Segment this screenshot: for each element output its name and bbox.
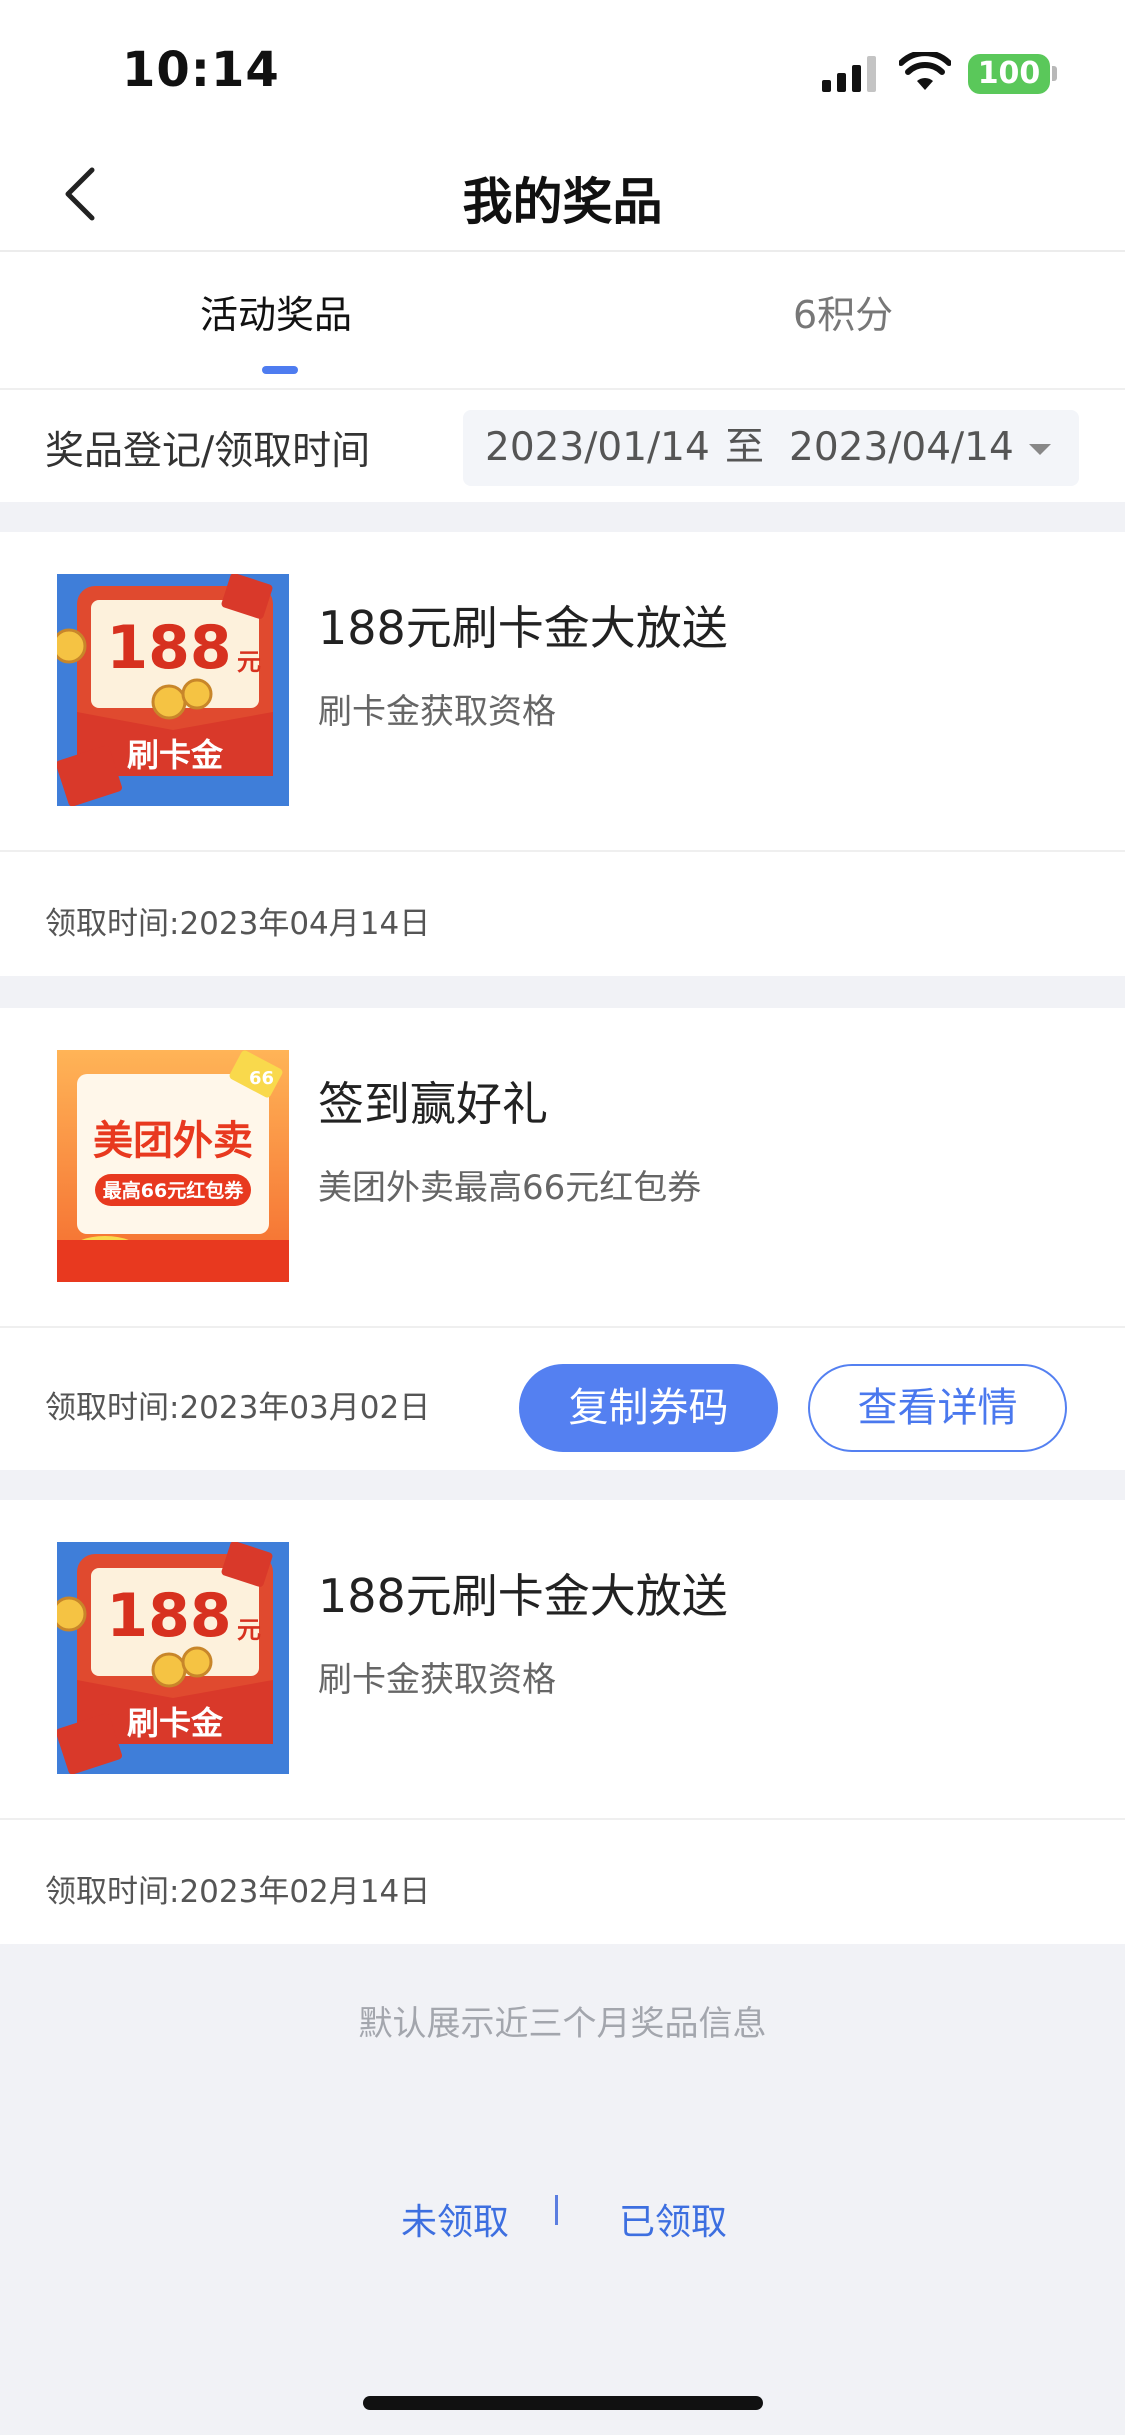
link-divider [555,2195,558,2225]
prize-card[interactable]: 188 元 刷卡金 188元刷卡金大放送 刷卡金获取资格 领取时间:2023年0… [0,1500,1125,1944]
prize-thumbnail: 188 元 刷卡金 [57,1542,289,1774]
nav-bar: 我的奖品 [0,140,1125,252]
date-separator: 至 [725,425,765,470]
battery-tip [1052,66,1057,81]
claim-time: 领取时间:2023年02月14日 [45,1874,431,1910]
copy-code-button[interactable]: 复制券码 [519,1364,778,1452]
tab-bar: 活动奖品 6积分 [0,252,1125,390]
tab-points[interactable]: 6积分 [793,284,893,339]
date-range-picker[interactable]: 2023/01/14 至 2023/04/14 [463,410,1079,486]
prize-title: 188元刷卡金大放送 [318,1569,728,1623]
filter-label: 奖品登记/领取时间 [45,429,371,474]
claim-time: 领取时间:2023年03月02日 [45,1390,431,1426]
date-filter-bar: 奖品登记/领取时间 2023/01/14 至 2023/04/14 [0,390,1125,502]
claimed-link[interactable]: 已领取 [619,2193,727,2245]
thumb-unit: 元 [237,648,261,676]
prize-description: 刷卡金获取资格 [318,692,556,732]
thumb-brand: 美团外卖 [93,1118,253,1164]
tab-activity-prizes[interactable]: 活动奖品 [200,284,352,339]
thumb-badge: 66 [249,1068,274,1089]
thumb-label: 刷卡金 [127,736,224,774]
claim-time: 领取时间:2023年04月14日 [45,906,431,942]
view-details-button[interactable]: 查看详情 [808,1364,1067,1452]
prize-description: 刷卡金获取资格 [318,1660,556,1700]
prize-thumbnail: 188 元 刷卡金 [57,574,289,806]
prize-card-header: 188 元 刷卡金 188元刷卡金大放送 刷卡金获取资格 [0,1500,1125,1820]
prize-title: 188元刷卡金大放送 [318,601,728,655]
status-bar: 10:14 100 [0,0,1125,140]
thumb-unit: 元 [237,1616,261,1644]
prize-card-header: 美团外卖 最高66元红包券 66 30 签到赢好礼 美团外卖最高66元红包券 [0,1008,1125,1328]
status-time: 10:14 [122,42,280,98]
prize-description: 美团外卖最高66元红包券 [318,1168,702,1208]
footer-note: 默认展示近三个月奖品信息 [358,2004,767,2044]
start-date: 2023/01/14 [485,425,710,470]
prize-card-header: 188 元 刷卡金 188元刷卡金大放送 刷卡金获取资格 [0,532,1125,852]
page-title: 我的奖品 [462,173,663,231]
prize-title: 签到赢好礼 [318,1077,548,1131]
wifi-icon [899,52,951,90]
dropdown-caret-icon [1029,444,1051,455]
thumb-amount: 188 [106,613,231,683]
home-indicator [363,2396,763,2410]
active-tab-indicator [262,366,298,374]
end-date: 2023/04/14 [789,425,1014,470]
cellular-signal-icon [822,56,876,92]
prize-card[interactable]: 188 元 刷卡金 188元刷卡金大放送 刷卡金获取资格 领取时间:2023年0… [0,532,1125,976]
thumb-amount: 188 [106,1581,231,1651]
thumb-label: 刷卡金 [127,1704,224,1742]
thumb-sub: 最高66元红包券 [103,1179,244,1202]
battery-icon: 100 [968,54,1050,94]
unclaimed-link[interactable]: 未领取 [401,2193,509,2245]
prize-thumbnail: 美团外卖 最高66元红包券 66 30 [57,1050,289,1282]
prize-card[interactable]: 美团外卖 最高66元红包券 66 30 签到赢好礼 美团外卖最高66元红包券 领… [0,1008,1125,1470]
